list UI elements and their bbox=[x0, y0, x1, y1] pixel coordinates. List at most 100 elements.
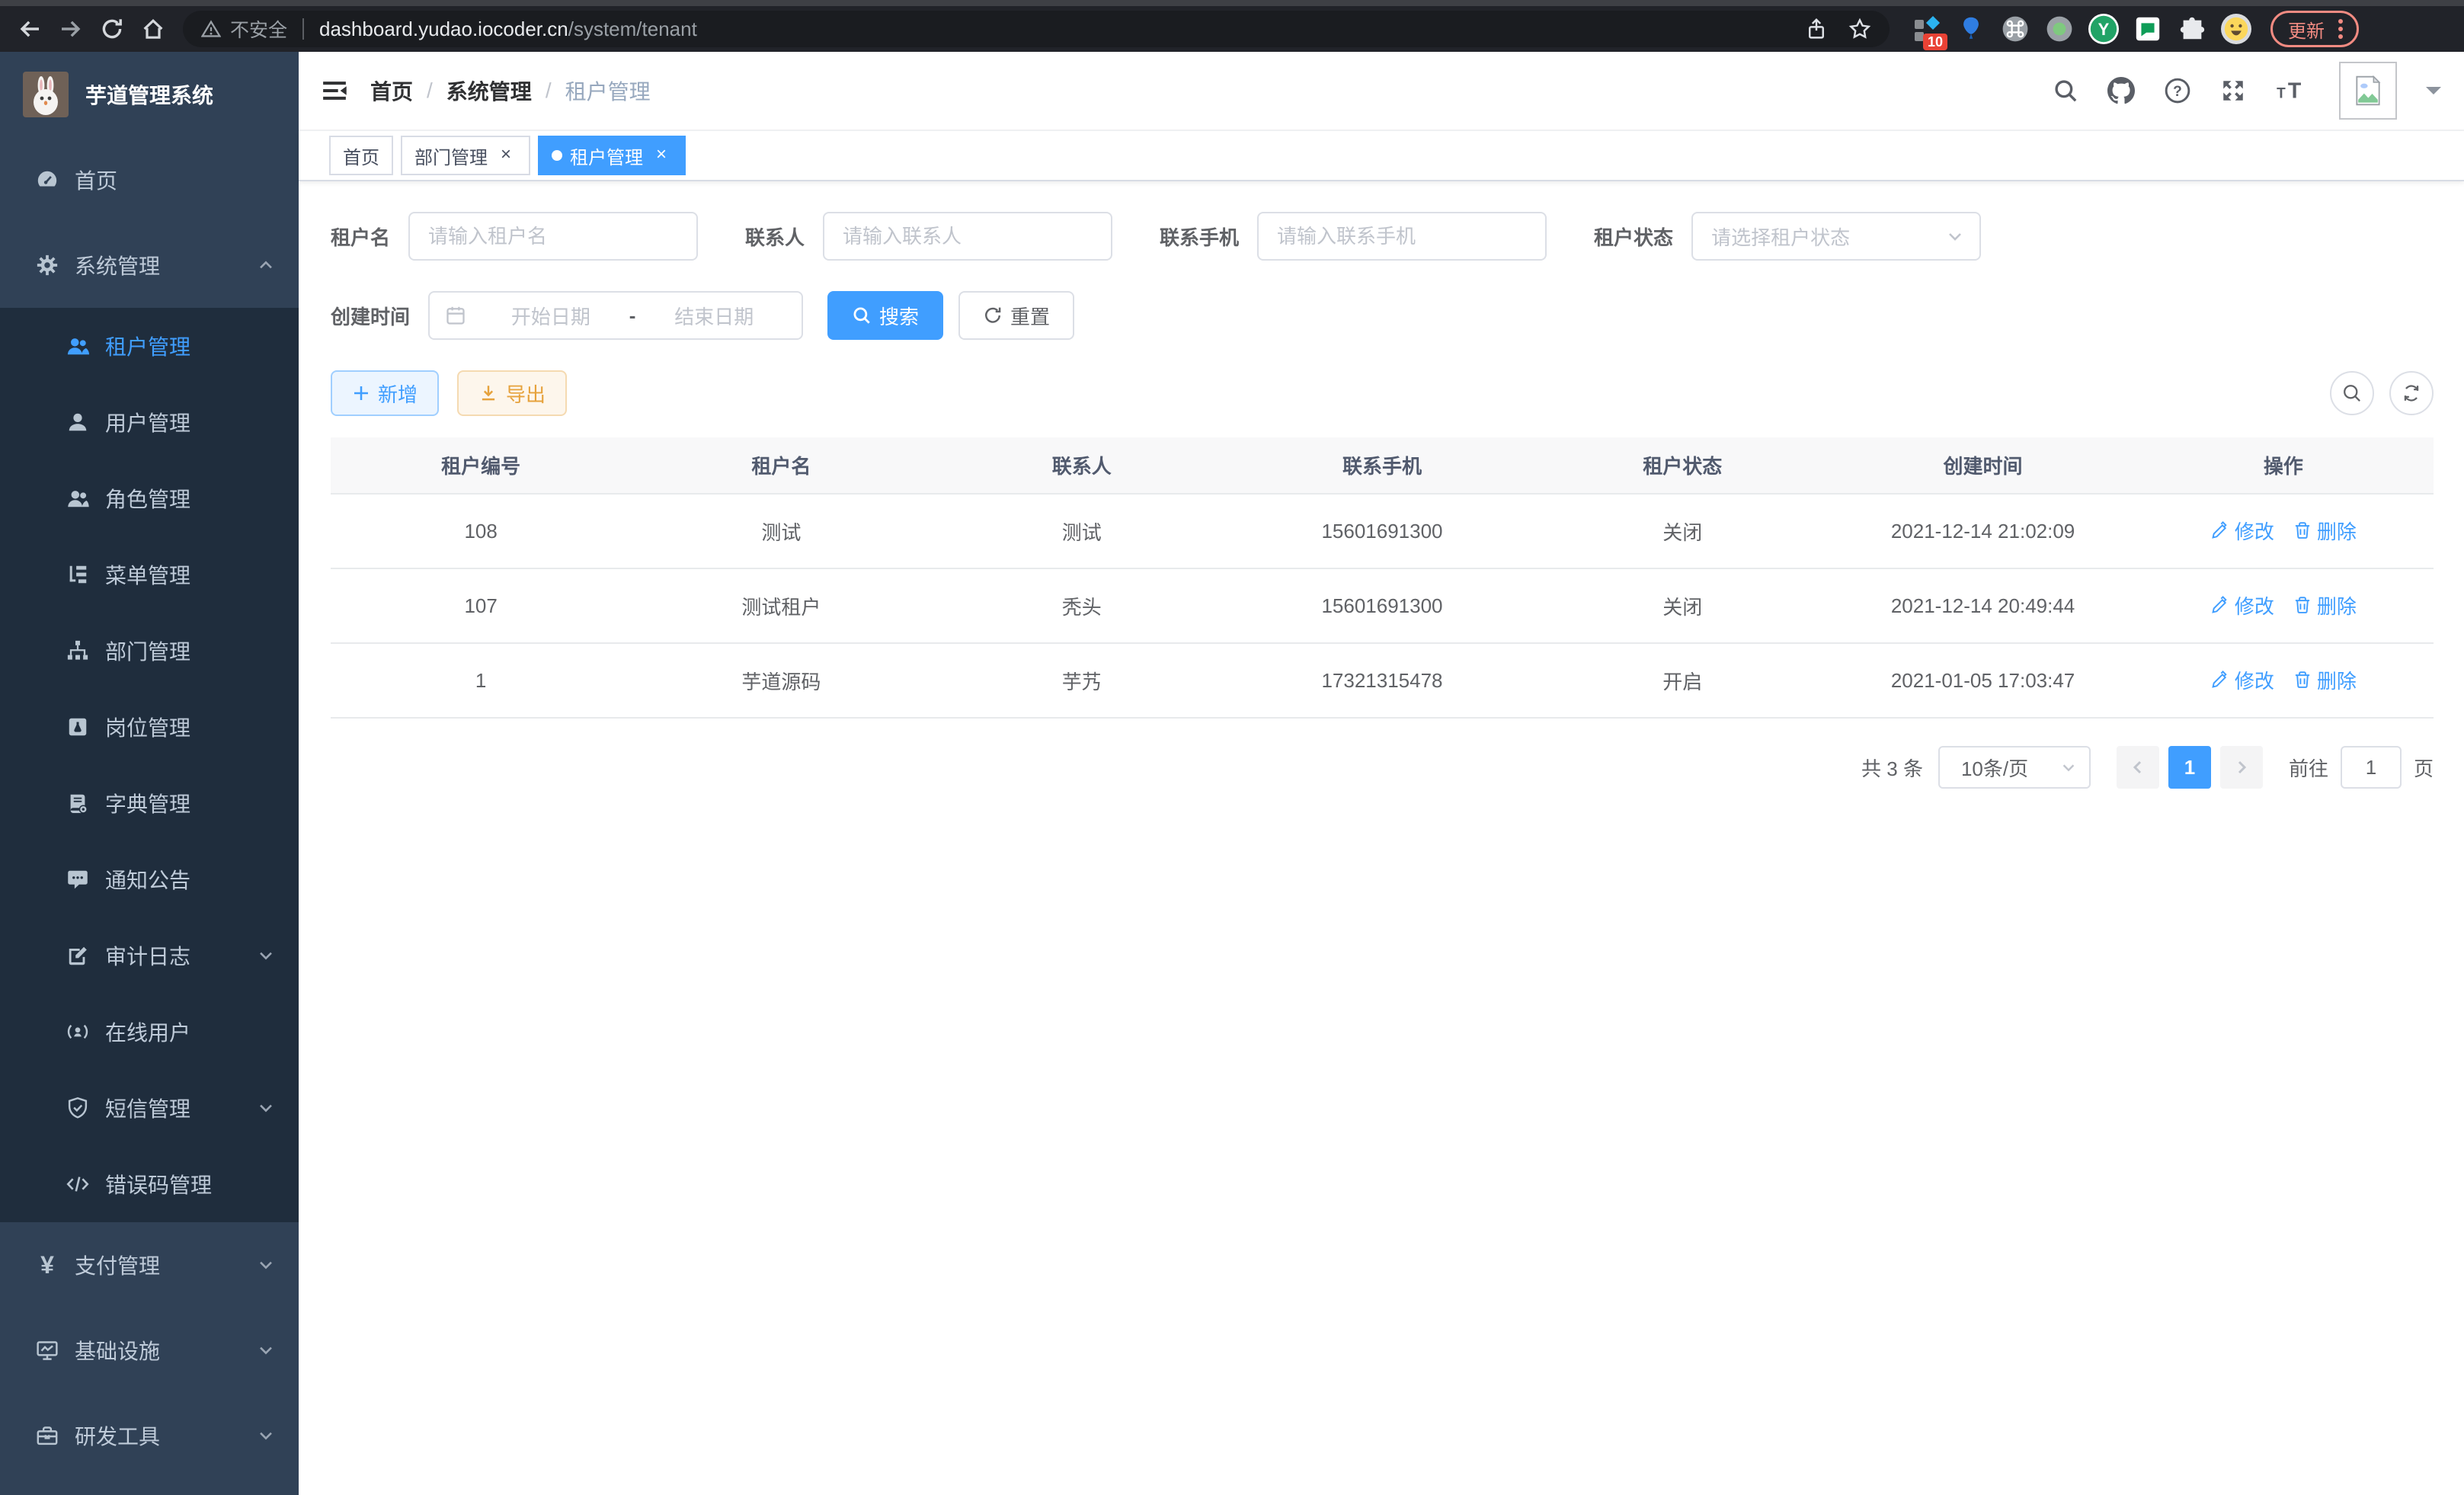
sidebar-item-pay-management[interactable]: ¥支付管理 bbox=[0, 1222, 299, 1308]
puzzle-extensions-icon[interactable] bbox=[2173, 9, 2211, 49]
delete-link[interactable]: 删除 bbox=[2293, 666, 2357, 694]
address-bar[interactable]: 不安全 dashboard.yudao.iocoder.cn/system/te… bbox=[183, 11, 1890, 47]
tab-dept-management[interactable]: 部门管理 × bbox=[401, 136, 530, 175]
sidebar-item-label: 系统管理 bbox=[75, 250, 258, 280]
next-page-button[interactable] bbox=[2220, 746, 2263, 789]
record-extension-icon[interactable] bbox=[2040, 9, 2078, 49]
search-button[interactable]: 搜索 bbox=[827, 291, 943, 340]
sidebar-item-menu-management[interactable]: 菜单管理 bbox=[0, 536, 299, 613]
refresh-table-button[interactable] bbox=[2389, 371, 2434, 415]
sidebar-item-dict-management[interactable]: 字典管理 bbox=[0, 765, 299, 841]
sidebar-item-audit-log[interactable]: 审计日志 bbox=[0, 917, 299, 994]
url-text: dashboard.yudao.iocoder.cn/system/tenant bbox=[319, 18, 1790, 41]
tab-close-icon[interactable]: × bbox=[495, 145, 517, 166]
sidebar-item-error-code-management[interactable]: 错误码管理 bbox=[0, 1146, 299, 1222]
chat-extension-icon[interactable] bbox=[2129, 9, 2167, 49]
help-icon[interactable]: ? bbox=[2164, 77, 2191, 104]
github-icon[interactable] bbox=[2107, 77, 2135, 104]
forward-button[interactable] bbox=[50, 9, 91, 49]
sidebar-collapse-icon[interactable] bbox=[322, 78, 347, 104]
chrome-update-button[interactable]: 更新 bbox=[2270, 11, 2359, 47]
tab-tenant-management[interactable]: 租户管理 × bbox=[538, 136, 686, 175]
user-menu-caret-icon[interactable] bbox=[2426, 87, 2441, 102]
app-logo bbox=[23, 72, 69, 117]
shield-check-icon bbox=[66, 1096, 90, 1119]
home-button[interactable] bbox=[133, 9, 174, 49]
delete-link[interactable]: 删除 bbox=[2293, 591, 2357, 619]
tenant-users-icon bbox=[66, 335, 90, 357]
cell-name: 芋道源码 bbox=[631, 643, 931, 718]
table-header-row: 租户编号租户名联系人联系手机租户状态创建时间操作 bbox=[331, 437, 2434, 494]
cell-created: 2021-12-14 20:49:44 bbox=[1832, 568, 2133, 643]
create-time-range-picker[interactable]: 开始日期 - 结束日期 bbox=[428, 291, 803, 340]
tab-close-icon[interactable]: × bbox=[651, 145, 672, 166]
tab-home[interactable]: 首页 bbox=[329, 136, 393, 175]
goto-page-input[interactable] bbox=[2341, 746, 2402, 789]
reset-button[interactable]: 重置 bbox=[958, 291, 1074, 340]
cell-created: 2021-01-05 17:03:47 bbox=[1832, 643, 2133, 718]
smiley-profile-icon[interactable] bbox=[2217, 9, 2255, 49]
font-size-icon[interactable]: TT bbox=[2275, 78, 2304, 104]
search-icon bbox=[2341, 383, 2363, 404]
sidebar-item-home[interactable]: 首页 bbox=[0, 137, 299, 222]
edit-link-label: 修改 bbox=[2235, 517, 2274, 545]
edit-link-label: 修改 bbox=[2235, 666, 2274, 694]
export-button-label: 导出 bbox=[506, 379, 546, 408]
tabs-bar: 首页 部门管理 × 租户管理 × bbox=[299, 131, 2464, 181]
url-path: /system/tenant bbox=[568, 18, 697, 40]
goto-unit-label: 页 bbox=[2414, 754, 2434, 782]
balloon-extension-icon[interactable] bbox=[1952, 9, 1990, 49]
cell-mobile: 15601691300 bbox=[1232, 568, 1532, 643]
edit-link[interactable]: 修改 bbox=[2210, 517, 2274, 545]
breadcrumb: 首页 / 系统管理 / 租户管理 bbox=[370, 75, 651, 106]
grid-diamond-extension-icon[interactable]: 10 bbox=[1908, 9, 1946, 49]
export-button[interactable]: 导出 bbox=[457, 370, 567, 416]
cell-actions: 修改删除 bbox=[2133, 568, 2434, 643]
share-icon[interactable] bbox=[1806, 18, 1827, 40]
browser-tab-strip-edge bbox=[0, 0, 2464, 6]
search-icon[interactable] bbox=[2053, 78, 2078, 104]
broken-image-icon bbox=[2351, 74, 2385, 107]
edit-link[interactable]: 修改 bbox=[2210, 591, 2274, 619]
user-avatar[interactable] bbox=[2339, 62, 2397, 120]
browser-menu-icon[interactable] bbox=[2334, 16, 2347, 42]
delete-link[interactable]: 删除 bbox=[2293, 517, 2357, 545]
page-size-select[interactable]: 10条/页 bbox=[1938, 746, 2091, 789]
sidebar-item-user-management[interactable]: 用户管理 bbox=[0, 384, 299, 460]
toggle-search-button[interactable] bbox=[2330, 371, 2374, 415]
yudao-extension-icon[interactable]: Y bbox=[2085, 9, 2123, 49]
column-header: 操作 bbox=[2133, 437, 2434, 494]
sidebar-logo-row[interactable]: 芋道管理系统 bbox=[0, 52, 299, 137]
sidebar-item-post-management[interactable]: 岗位管理 bbox=[0, 689, 299, 765]
sidebar-item-role-management[interactable]: 角色管理 bbox=[0, 460, 299, 536]
dashboard-icon bbox=[35, 168, 59, 191]
svg-text:?: ? bbox=[2173, 84, 2182, 100]
sidebar-item-infrastructure[interactable]: 基础设施 bbox=[0, 1308, 299, 1393]
add-button[interactable]: 新增 bbox=[331, 370, 439, 416]
sidebar-item-system-management[interactable]: 系统管理 bbox=[0, 222, 299, 308]
page-number-current[interactable]: 1 bbox=[2168, 746, 2211, 789]
contact-name-input[interactable] bbox=[823, 212, 1112, 261]
sidebar-item-notice[interactable]: 通知公告 bbox=[0, 841, 299, 917]
sidebar-item-dev-tools[interactable]: 研发工具 bbox=[0, 1393, 299, 1478]
tenant-status-select[interactable]: 请选择租户状态 bbox=[1691, 212, 1981, 261]
fullscreen-icon[interactable] bbox=[2220, 78, 2246, 104]
reload-button[interactable] bbox=[91, 9, 133, 49]
sidebar-item-online-user[interactable]: 在线用户 bbox=[0, 994, 299, 1070]
breadcrumb-home[interactable]: 首页 bbox=[370, 75, 413, 106]
sidebar-item-sms-management[interactable]: 短信管理 bbox=[0, 1070, 299, 1146]
prev-page-button[interactable] bbox=[2117, 746, 2159, 789]
tenant-name-input[interactable] bbox=[408, 212, 698, 261]
edit-link[interactable]: 修改 bbox=[2210, 666, 2274, 694]
contact-mobile-input[interactable] bbox=[1257, 212, 1547, 261]
edit-icon bbox=[2210, 520, 2230, 540]
sidebar-item-tenant-management[interactable]: 租户管理 bbox=[0, 308, 299, 384]
chevron-down-icon bbox=[258, 1427, 274, 1444]
tab-label: 租户管理 bbox=[570, 142, 643, 169]
breadcrumb-system[interactable]: 系统管理 bbox=[446, 75, 532, 106]
bookmark-star-icon[interactable] bbox=[1848, 18, 1871, 40]
command-extension-icon[interactable] bbox=[1996, 9, 2034, 49]
sidebar-item-dept-management[interactable]: 部门管理 bbox=[0, 613, 299, 689]
post-badge-icon bbox=[66, 715, 90, 738]
back-button[interactable] bbox=[9, 9, 50, 49]
